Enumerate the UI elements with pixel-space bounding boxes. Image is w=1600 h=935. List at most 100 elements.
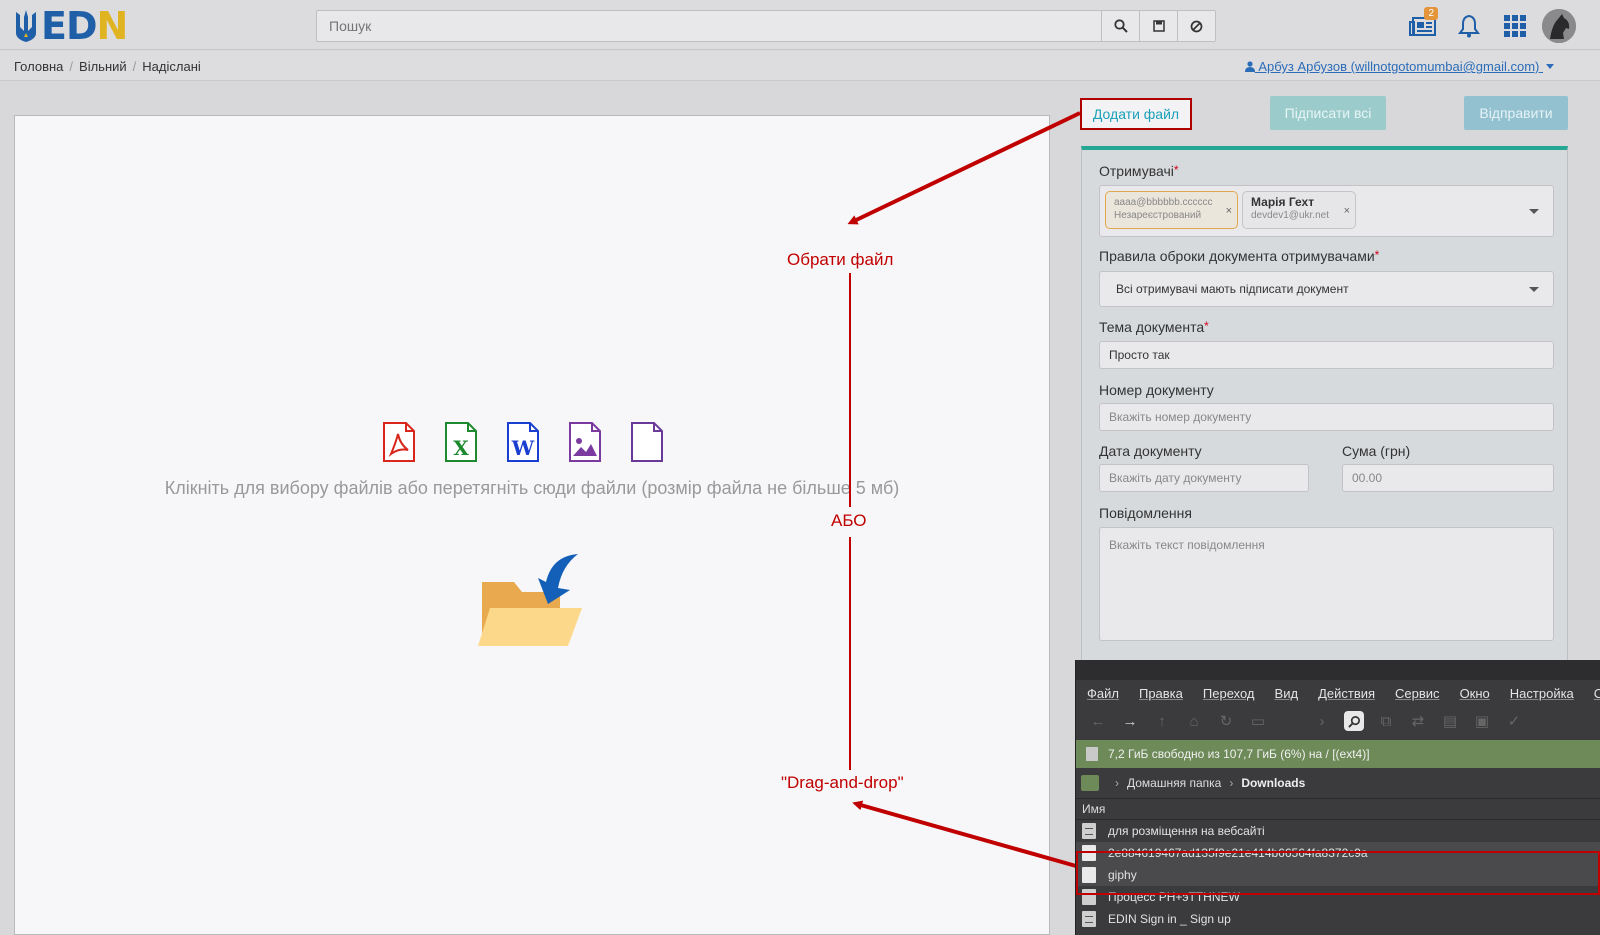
pdf-icon	[383, 422, 415, 462]
file-icon	[1082, 845, 1096, 861]
bell-icon	[1458, 14, 1480, 38]
user-menu[interactable]: Арбуз Арбузов (willnotgotomumbai@gmail.c…	[1244, 59, 1554, 74]
date-input[interactable]: Вкажіть дату документу	[1099, 464, 1309, 492]
avatar[interactable]	[1542, 9, 1576, 43]
fm-menu-window[interactable]: Окно	[1460, 686, 1490, 701]
home-folder-icon[interactable]	[1081, 775, 1099, 791]
fm-menu-tools[interactable]: Сервис	[1395, 686, 1440, 701]
fm-menu-more[interactable]: Сп	[1594, 686, 1600, 701]
required-mark: *	[1374, 248, 1380, 262]
breadcrumb-separator: /	[132, 59, 137, 74]
file-row[interactable]: EDIN Sign in _ Sign up	[1076, 908, 1600, 930]
clear-search-button[interactable]	[1177, 11, 1215, 41]
rules-select[interactable]: Всі отримувачі мають підписати документ	[1099, 271, 1554, 307]
fm-column-header[interactable]: Имя	[1076, 798, 1600, 820]
fm-path-bar: › Домашняя папка › Downloads	[1076, 768, 1600, 798]
file-row[interactable]: 2e884619467ad135f9e21e414b66564fa8372c9a	[1076, 842, 1600, 864]
path-home[interactable]: Домашняя папка	[1127, 776, 1221, 790]
recipient-chip-name: Марія Гехт	[1251, 195, 1315, 209]
file-row[interactable]: Процесс PH+эTTHNEW	[1076, 886, 1600, 908]
file-dropzone[interactable]	[14, 115, 1050, 935]
message-textarea[interactable]: Вкажіть текст повідомлення	[1099, 527, 1554, 641]
copy-icon[interactable]: ⧉	[1376, 711, 1396, 731]
date-label: Дата документу	[1099, 443, 1202, 459]
rules-label-text: Правила оброки документа отримувачами	[1099, 248, 1375, 264]
fm-menu-view[interactable]: Вид	[1275, 686, 1299, 701]
topic-input[interactable]: Просто так	[1099, 341, 1554, 369]
file-row[interactable]: giphy	[1076, 864, 1600, 886]
image-icon	[569, 422, 601, 462]
save-icon	[1152, 20, 1165, 32]
send-button[interactable]: Відправити	[1464, 96, 1568, 130]
chevron-down-icon	[1529, 287, 1539, 292]
fm-toolbar: ← → ↑ ⌂ ↻ ▭ › ⧉ ⇄ ▤ ▣ ✓	[1076, 706, 1600, 736]
folder-drop-icon	[478, 554, 582, 646]
remove-chip-icon[interactable]: ×	[1226, 205, 1232, 218]
back-arrow-icon[interactable]: ←	[1088, 711, 1108, 731]
properties-icon[interactable]: ▣	[1472, 711, 1492, 731]
apps-button[interactable]	[1492, 8, 1538, 44]
fm-titlebar[interactable]	[1076, 660, 1600, 680]
svg-text:W: W	[511, 436, 535, 460]
delete-icon[interactable]: ▤	[1440, 711, 1460, 731]
annotation-or: АБО	[831, 511, 867, 530]
search-input[interactable]	[317, 11, 1101, 41]
blank-tool-icon[interactable]	[1280, 711, 1300, 731]
check-icon[interactable]: ✓	[1504, 711, 1524, 731]
add-file-button[interactable]: Додати файл	[1080, 98, 1192, 130]
number-input[interactable]: Вкажіть номер документу	[1099, 403, 1554, 431]
sum-input[interactable]: 00.00	[1342, 464, 1554, 492]
home-icon[interactable]: ⌂	[1184, 711, 1204, 731]
breadcrumb-home[interactable]: Головна	[14, 59, 63, 74]
next-icon[interactable]: ›	[1312, 711, 1332, 731]
breadcrumb-bar: Головна / Вільний / Надіслані Арбуз Арбу…	[0, 51, 1600, 81]
sign-all-button[interactable]: Підписати всі	[1270, 96, 1386, 130]
path-current[interactable]: Downloads	[1241, 776, 1305, 790]
rules-select-value: Всі отримувачі мають підписати документ	[1116, 282, 1349, 296]
logo-text-n: N	[96, 4, 129, 48]
search-bar	[316, 10, 1216, 42]
caret-down-icon	[1546, 64, 1554, 69]
edin-logo[interactable]: EDN	[14, 7, 128, 45]
up-arrow-icon[interactable]: ↑	[1152, 711, 1172, 731]
user-icon	[1244, 61, 1255, 72]
file-icon	[1082, 867, 1096, 883]
fm-free-space-text: 7,2 ГиБ свободно из 107,7 ГиБ (6%) на / …	[1108, 747, 1370, 761]
recipient-chip-email: devdev1@ukr.net	[1251, 210, 1329, 221]
breadcrumb-sent[interactable]: Надіслані	[142, 59, 200, 74]
news-badge: 2	[1424, 7, 1438, 20]
save-search-button[interactable]	[1139, 11, 1177, 41]
annotation-drag-drop: "Drag-and-drop"	[781, 773, 904, 792]
file-name: EDIN Sign in _ Sign up	[1108, 912, 1231, 926]
recipient-chip-unregistered[interactable]: aaaa@bbbbbb.cccccc Незареєстрований ×	[1105, 191, 1238, 229]
document-icon	[1082, 911, 1096, 927]
recipient-chip-maria[interactable]: Марія Гехт devdev1@ukr.net ×	[1242, 191, 1356, 229]
sum-label: Сума (грн)	[1342, 443, 1411, 459]
file-name: для розміщення на вебсайті	[1108, 824, 1265, 838]
number-label: Номер документу	[1099, 382, 1214, 398]
breadcrumb-free[interactable]: Вільний	[79, 59, 127, 74]
annotation-choose-file: Обрати файл	[787, 250, 894, 269]
fm-menu-file[interactable]: Файл	[1087, 686, 1119, 701]
file-name: Процесс PH+эTTHNEW	[1108, 890, 1240, 904]
news-button[interactable]: 2	[1400, 7, 1446, 44]
search-icon[interactable]	[1344, 711, 1364, 731]
recipients-label-text: Отримувачі	[1099, 163, 1174, 179]
fm-menu-edit[interactable]: Правка	[1139, 686, 1183, 701]
notifications-button[interactable]	[1446, 8, 1492, 44]
fm-menu-actions[interactable]: Действия	[1318, 686, 1375, 701]
path-separator: ›	[1115, 776, 1119, 790]
remove-chip-icon[interactable]: ×	[1344, 205, 1350, 218]
file-manager-window: Файл Правка Переход Вид Действия Сервис …	[1075, 660, 1600, 935]
recipient-chip-status: Незареєстрований	[1114, 210, 1202, 221]
forward-arrow-icon[interactable]: →	[1120, 711, 1140, 731]
fm-menu-go[interactable]: Переход	[1203, 686, 1255, 701]
fm-menu-settings[interactable]: Настройка	[1510, 686, 1574, 701]
refresh-icon[interactable]: ↻	[1216, 711, 1236, 731]
message-label: Повідомлення	[1099, 505, 1192, 521]
search-button[interactable]	[1101, 11, 1139, 41]
required-mark: *	[1204, 319, 1209, 333]
terminal-icon[interactable]: ▭	[1248, 711, 1268, 731]
file-row[interactable]: для розміщення на вебсайті	[1076, 820, 1600, 842]
move-icon[interactable]: ⇄	[1408, 711, 1428, 731]
